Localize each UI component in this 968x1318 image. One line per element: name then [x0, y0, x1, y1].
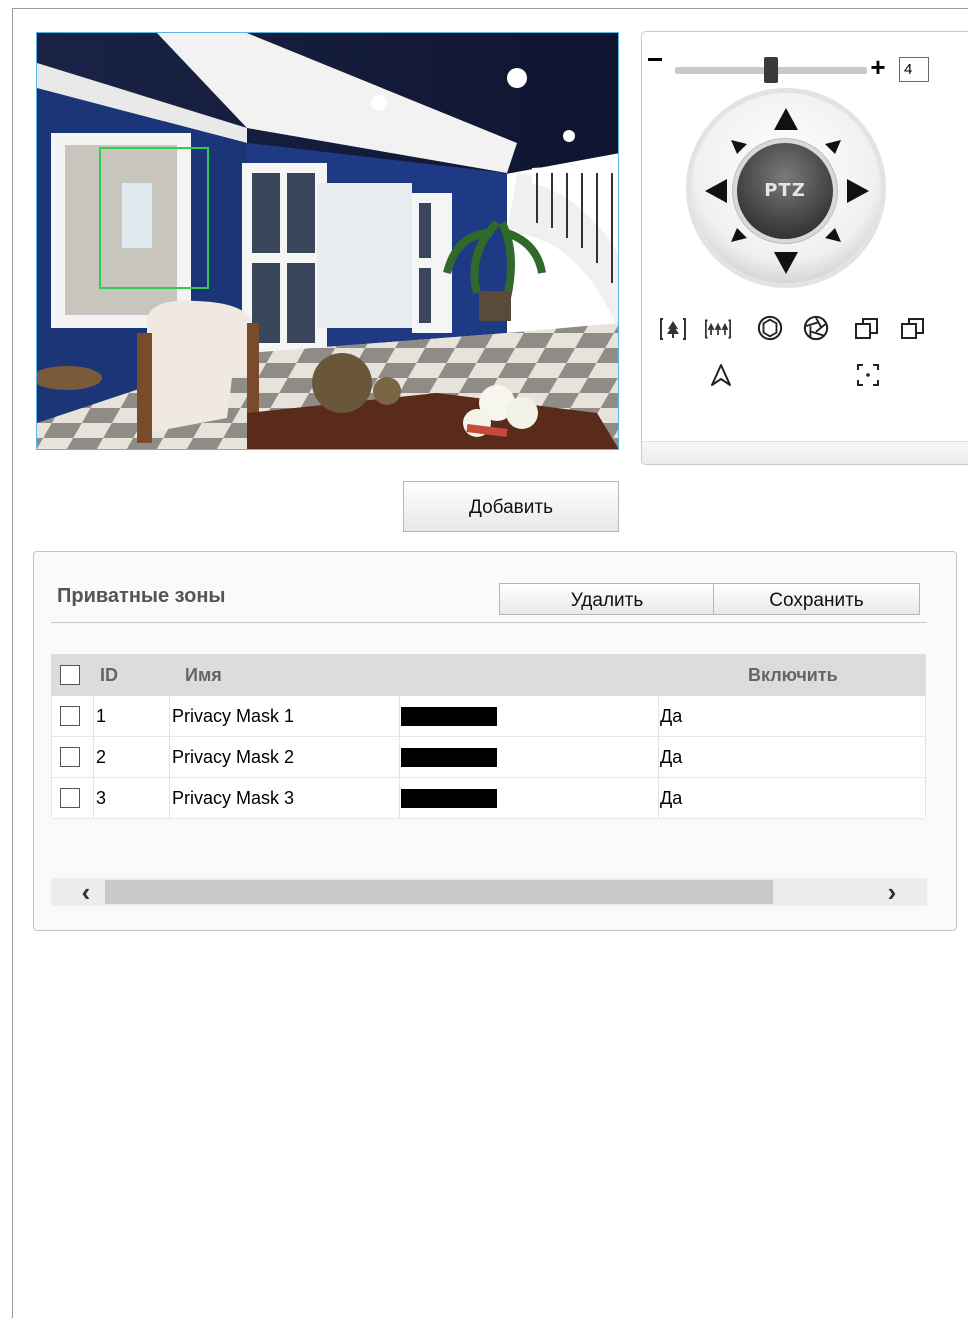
ptz-panel-footer — [642, 441, 968, 464]
mask-color-swatch[interactable] — [401, 707, 497, 726]
video-frame-image — [37, 33, 618, 449]
row-id: 2 — [96, 747, 107, 767]
iris-open-icon[interactable] — [757, 315, 783, 341]
pan-up-left-icon[interactable] — [731, 140, 747, 154]
table-header: ID Имя Включить — [51, 654, 926, 696]
delete-button[interactable]: Удалить — [499, 583, 715, 615]
column-divider — [169, 696, 170, 736]
ptz-center-button[interactable]: PTZ — [737, 143, 833, 239]
horizontal-scrollbar[interactable]: ‹ › — [51, 878, 927, 906]
table-row[interactable]: 2 Privacy Mask 2 Да — [51, 737, 926, 778]
header-name: Имя — [185, 665, 222, 685]
iris-close-icon[interactable] — [803, 315, 829, 341]
pan-down-left-icon[interactable] — [731, 228, 747, 242]
privacy-mask-table: ID Имя Включить 1 Privacy Mask 1 Да 2 Privac… — [51, 654, 926, 819]
row-enabled: Да — [660, 747, 683, 767]
zoom-in-icon[interactable] — [660, 316, 686, 342]
column-divider — [399, 778, 400, 818]
zoom-minus-icon[interactable] — [648, 58, 662, 61]
row-name: Privacy Mask 3 — [172, 788, 295, 808]
column-divider — [658, 696, 659, 736]
pan-up-right-icon[interactable] — [825, 140, 841, 154]
focus-near-icon[interactable] — [854, 316, 880, 342]
table-row[interactable]: 3 Privacy Mask 3 Да — [51, 778, 926, 819]
column-divider — [399, 737, 400, 777]
column-divider — [93, 778, 94, 818]
row-checkbox[interactable] — [60, 788, 80, 808]
row-id: 1 — [96, 706, 107, 726]
column-divider — [93, 696, 94, 736]
column-divider — [169, 778, 170, 818]
auto-pan-icon[interactable] — [708, 362, 734, 388]
header-id: ID — [100, 665, 118, 685]
panel-divider — [51, 622, 927, 623]
add-mask-button[interactable]: Добавить — [403, 481, 619, 532]
panel-title: Приватные зоны — [57, 585, 226, 607]
column-divider — [658, 778, 659, 818]
speed-value-input[interactable]: 4 — [899, 57, 929, 82]
pan-up-icon[interactable] — [774, 108, 798, 130]
center-icon[interactable] — [855, 362, 881, 388]
speed-slider-thumb[interactable] — [764, 57, 778, 83]
save-button[interactable]: Сохранить — [713, 583, 920, 615]
row-checkbox[interactable] — [60, 706, 80, 726]
table-row[interactable]: 1 Privacy Mask 1 Да — [51, 696, 926, 737]
row-enabled: Да — [660, 788, 683, 808]
row-name: Privacy Mask 2 — [172, 747, 295, 767]
row-enabled: Да — [660, 706, 683, 726]
mask-color-swatch[interactable] — [401, 748, 497, 767]
pan-down-icon[interactable] — [774, 252, 798, 274]
column-divider — [169, 737, 170, 777]
column-divider — [658, 737, 659, 777]
zoom-plus-icon[interactable]: + — [869, 54, 887, 80]
scrollbar-thumb[interactable] — [105, 880, 773, 904]
table-body: 1 Privacy Mask 1 Да 2 Privacy Mask 2 Да 3 Priva… — [51, 696, 926, 819]
focus-far-icon[interactable] — [900, 316, 926, 342]
column-divider — [93, 737, 94, 777]
live-video-preview[interactable] — [36, 32, 619, 450]
pan-down-right-icon[interactable] — [825, 228, 841, 242]
pan-left-icon[interactable] — [705, 179, 727, 203]
column-divider — [399, 696, 400, 736]
row-id: 3 — [96, 788, 107, 808]
scroll-right-icon[interactable]: › — [879, 878, 905, 906]
zoom-out-icon[interactable] — [705, 316, 731, 342]
pan-right-icon[interactable] — [847, 179, 869, 203]
scroll-left-icon[interactable]: ‹ — [73, 878, 99, 906]
select-all-checkbox[interactable] — [60, 665, 80, 685]
row-name: Privacy Mask 1 — [172, 706, 295, 726]
header-enable: Включить — [748, 665, 838, 685]
row-checkbox[interactable] — [60, 747, 80, 767]
mask-color-swatch[interactable] — [401, 789, 497, 808]
